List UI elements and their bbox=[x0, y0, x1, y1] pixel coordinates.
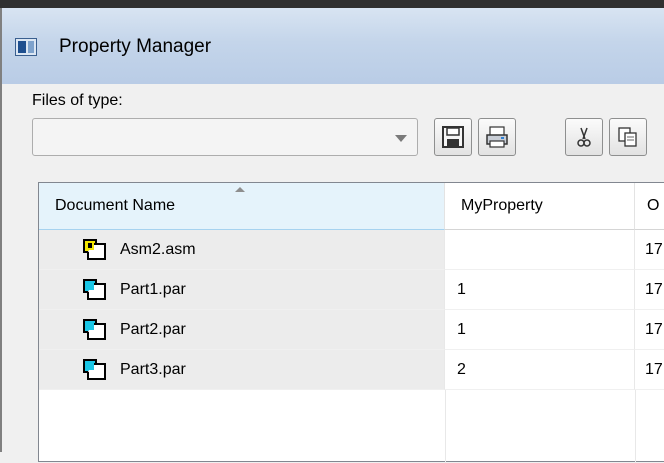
myproperty-value: 2 bbox=[457, 361, 466, 378]
third-column-cell[interactable]: 17 bbox=[635, 270, 664, 310]
table-row[interactable]: Part2.par 1 17 bbox=[39, 310, 664, 350]
app-icon bbox=[15, 38, 37, 56]
third-column-cell[interactable]: 17 bbox=[635, 310, 664, 350]
column-header-document-name[interactable]: Document Name bbox=[39, 183, 445, 230]
myproperty-cell[interactable] bbox=[445, 230, 635, 270]
third-column-cell[interactable]: 17 bbox=[635, 350, 664, 390]
assembly-file-icon bbox=[83, 238, 107, 260]
files-of-type-label: Files of type: bbox=[32, 92, 123, 109]
column-divider bbox=[445, 390, 446, 463]
table-row[interactable]: Part1.par 1 17 bbox=[39, 270, 664, 310]
table-row[interactable]: Part3.par 2 17 bbox=[39, 350, 664, 390]
myproperty-value: 1 bbox=[457, 321, 466, 338]
properties-grid[interactable]: Document Name MyProperty O Asm2.asm 17 Par… bbox=[38, 182, 664, 463]
sort-ascending-icon bbox=[235, 187, 245, 192]
third-column-value: 17 bbox=[645, 321, 663, 338]
third-column-value: 17 bbox=[645, 241, 663, 258]
title-bar[interactable]: Property Manager bbox=[2, 8, 664, 84]
document-name-cell[interactable]: Part2.par bbox=[39, 310, 445, 350]
part-file-icon bbox=[83, 318, 107, 340]
copy-icon bbox=[618, 127, 637, 147]
window-top-border bbox=[0, 0, 664, 8]
chevron-down-icon[interactable] bbox=[395, 135, 407, 142]
column-header-third[interactable]: O bbox=[635, 183, 664, 230]
document-name-text: Part1.par bbox=[120, 281, 186, 298]
column-divider bbox=[635, 390, 636, 463]
part-file-icon bbox=[83, 278, 107, 300]
document-name-cell[interactable]: Asm2.asm bbox=[39, 230, 445, 270]
myproperty-cell[interactable]: 1 bbox=[445, 270, 635, 310]
print-icon bbox=[486, 126, 508, 148]
myproperty-cell[interactable]: 2 bbox=[445, 350, 635, 390]
document-name-cell[interactable]: Part1.par bbox=[39, 270, 445, 310]
document-name-text: Part2.par bbox=[120, 321, 186, 338]
window-title: Property Manager bbox=[59, 36, 212, 57]
column-header-myproperty[interactable]: MyProperty bbox=[445, 183, 635, 230]
third-column-value: 17 bbox=[645, 361, 663, 378]
document-name-text: Asm2.asm bbox=[120, 241, 196, 258]
myproperty-cell[interactable]: 1 bbox=[445, 310, 635, 350]
save-icon bbox=[442, 126, 464, 148]
document-name-text: Part3.par bbox=[120, 361, 186, 378]
table-row[interactable]: Asm2.asm 17 bbox=[39, 230, 664, 270]
part-file-icon bbox=[83, 358, 107, 380]
cut-button[interactable] bbox=[565, 118, 603, 156]
third-column-cell[interactable]: 17 bbox=[635, 230, 664, 270]
copy-button[interactable] bbox=[609, 118, 647, 156]
save-button[interactable] bbox=[434, 118, 472, 156]
third-column-value: 17 bbox=[645, 281, 663, 298]
myproperty-value: 1 bbox=[457, 281, 466, 298]
files-of-type-combobox[interactable] bbox=[32, 118, 418, 156]
print-button[interactable] bbox=[478, 118, 516, 156]
document-name-cell[interactable]: Part3.par bbox=[39, 350, 445, 390]
cut-icon bbox=[577, 127, 591, 147]
